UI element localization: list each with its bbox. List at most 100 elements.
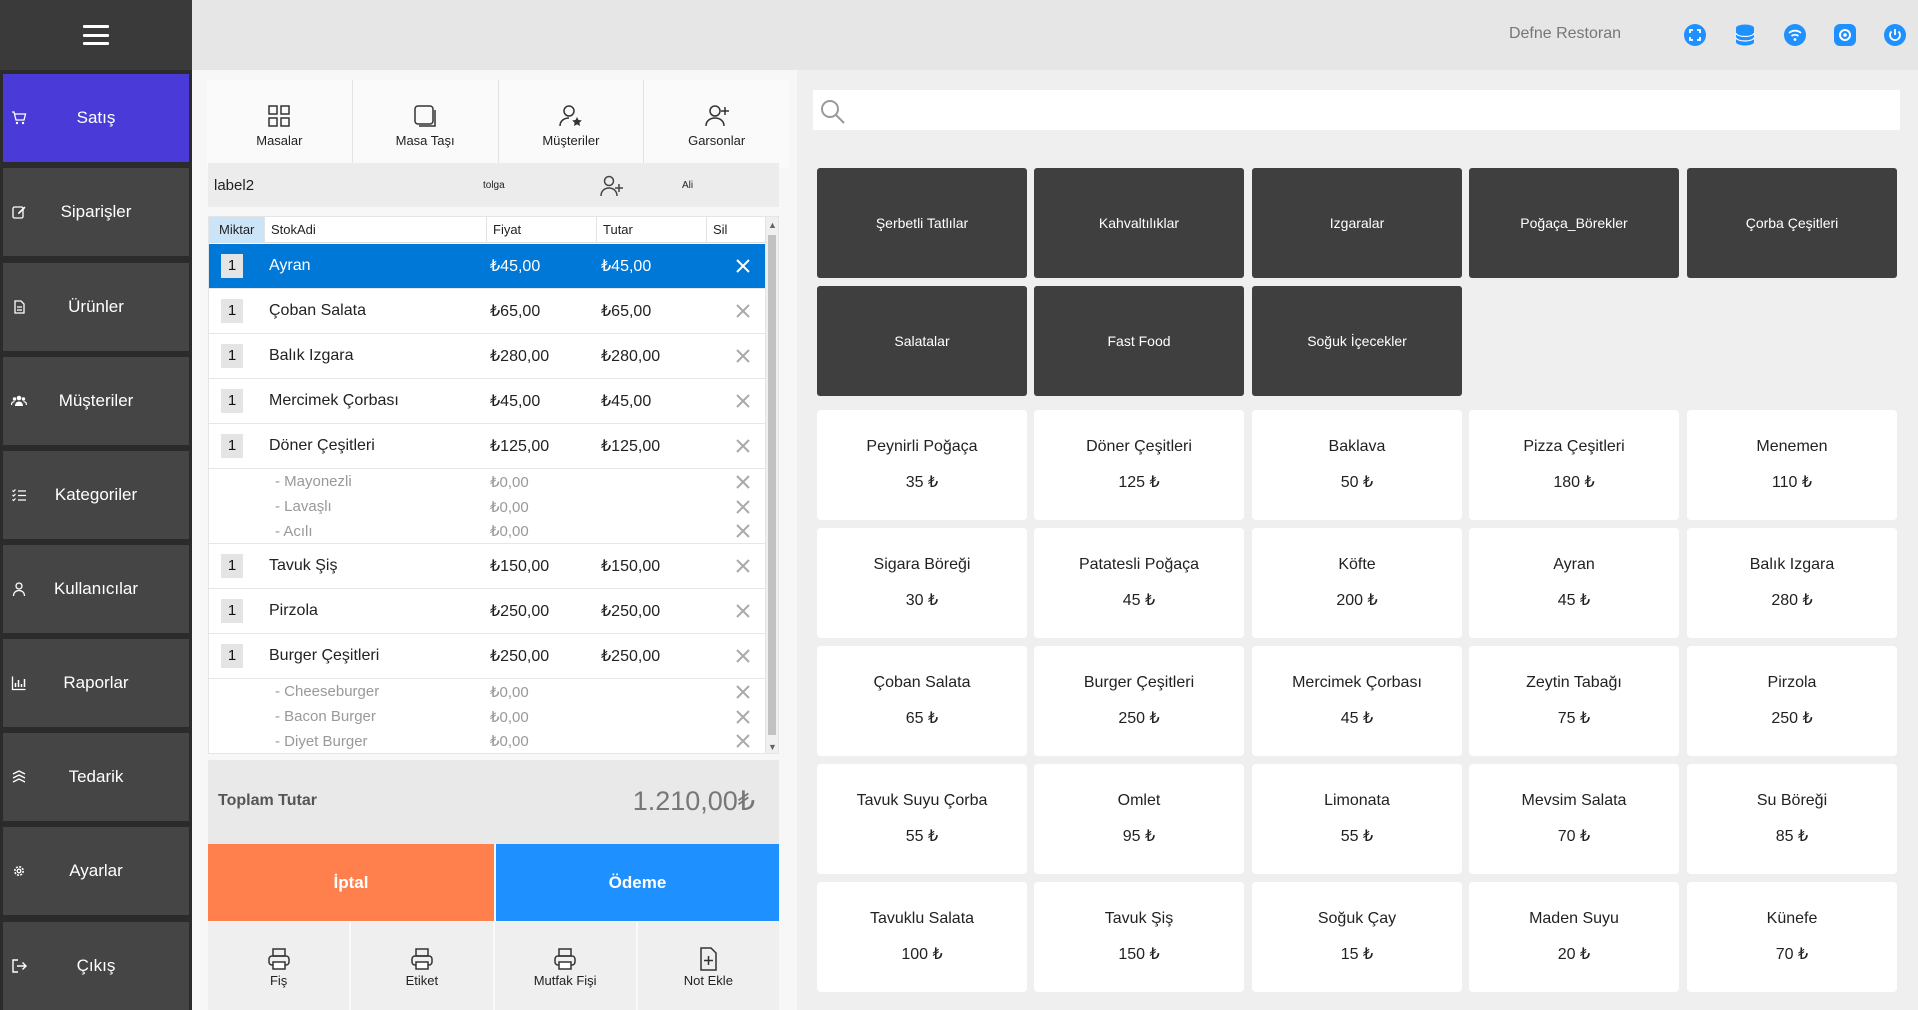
product-card[interactable]: Patatesli Poğaça 45 ₺ bbox=[1034, 528, 1244, 638]
quantity-cell[interactable]: 1 bbox=[221, 644, 243, 668]
product-card[interactable]: Balık Izgara 280 ₺ bbox=[1687, 528, 1897, 638]
scroll-down-icon[interactable]: ▼ bbox=[768, 741, 777, 753]
order-row[interactable]: 1 Pirzola ₺250,00 ₺250,00 bbox=[209, 589, 767, 634]
column-header-quantity[interactable]: Miktar bbox=[209, 217, 265, 243]
product-card[interactable]: Çoban Salata 65 ₺ bbox=[817, 646, 1027, 756]
order-row[interactable]: 1 Döner Çeşitleri ₺125,00 ₺125,00 bbox=[209, 424, 767, 469]
move-table-button[interactable]: Masa Taşı bbox=[352, 80, 499, 168]
sidebar-item-5[interactable]: Kullanıcılar bbox=[3, 545, 189, 633]
sidebar-item-0[interactable]: Satış bbox=[3, 74, 189, 162]
waiters-button[interactable]: Garsonlar bbox=[644, 80, 789, 168]
option-row[interactable]: - Diyet Burger ₺0,00 bbox=[209, 729, 767, 753]
add-note-button[interactable]: Not Ekle bbox=[638, 922, 779, 1010]
add-user-icon[interactable] bbox=[598, 173, 624, 199]
menu-toggle-button[interactable] bbox=[0, 0, 192, 70]
product-card[interactable]: Mevsim Salata 70 ₺ bbox=[1469, 764, 1679, 874]
product-card[interactable]: Tavuklu Salata 100 ₺ bbox=[817, 882, 1027, 992]
product-card[interactable]: Tavuk Şiş 150 ₺ bbox=[1034, 882, 1244, 992]
tables-button[interactable]: Masalar bbox=[207, 80, 353, 168]
category-button[interactable]: Şerbetli Tatlılar bbox=[817, 168, 1027, 278]
fullscreen-icon[interactable] bbox=[1683, 23, 1707, 47]
option-row[interactable]: - Mayonezli ₺0,00 bbox=[209, 469, 767, 494]
category-button[interactable]: Izgaralar bbox=[1252, 168, 1462, 278]
column-header-price[interactable]: Fiyat bbox=[487, 217, 597, 243]
customers-button[interactable]: Müşteriler bbox=[498, 80, 645, 168]
order-row[interactable]: 1 Burger Çeşitleri ₺250,00 ₺250,00 bbox=[209, 634, 767, 679]
product-card[interactable]: Künefe 70 ₺ bbox=[1687, 882, 1897, 992]
category-button[interactable]: Soğuk İçecekler bbox=[1252, 286, 1462, 396]
option-row[interactable]: - Bacon Burger ₺0,00 bbox=[209, 704, 767, 729]
order-row[interactable]: 1 Tavuk Şiş ₺150,00 ₺150,00 bbox=[209, 544, 767, 589]
quantity-cell[interactable]: 1 bbox=[221, 344, 243, 368]
option-row[interactable]: - Acılı ₺0,00 bbox=[209, 519, 767, 544]
product-card[interactable]: Soğuk Çay 15 ₺ bbox=[1252, 882, 1462, 992]
product-card[interactable]: Su Böreği 85 ₺ bbox=[1687, 764, 1897, 874]
delete-icon[interactable] bbox=[734, 257, 752, 275]
wifi-icon[interactable] bbox=[1783, 23, 1807, 47]
order-row[interactable]: 1 Ayran ₺45,00 ₺45,00 bbox=[209, 244, 767, 289]
delete-icon[interactable] bbox=[734, 602, 752, 620]
sidebar-item-8[interactable]: Ayarlar bbox=[3, 827, 189, 915]
delete-icon[interactable] bbox=[734, 557, 752, 575]
sidebar-item-9[interactable]: Çıkış bbox=[3, 922, 189, 1010]
product-card[interactable]: Köfte 200 ₺ bbox=[1252, 528, 1462, 638]
delete-icon[interactable] bbox=[734, 347, 752, 365]
column-header-stock-name[interactable]: StokAdi bbox=[265, 217, 487, 243]
product-card[interactable]: Mercimek Çorbası 45 ₺ bbox=[1252, 646, 1462, 756]
sidebar-item-2[interactable]: Ürünler bbox=[3, 263, 189, 351]
product-card[interactable]: Döner Çeşitleri 125 ₺ bbox=[1034, 410, 1244, 520]
kitchen-receipt-button[interactable]: Mutfak Fişi bbox=[495, 922, 638, 1010]
delete-icon[interactable] bbox=[734, 437, 752, 455]
quantity-cell[interactable]: 1 bbox=[221, 554, 243, 578]
scroll-up-icon[interactable]: ▲ bbox=[768, 219, 777, 231]
product-card[interactable]: Menemen 110 ₺ bbox=[1687, 410, 1897, 520]
quantity-cell[interactable]: 1 bbox=[221, 254, 243, 278]
order-row[interactable]: 1 Balık Izgara ₺280,00 ₺280,00 bbox=[209, 334, 767, 379]
quantity-cell[interactable]: 1 bbox=[221, 299, 243, 323]
product-card[interactable]: Burger Çeşitleri 250 ₺ bbox=[1034, 646, 1244, 756]
cancel-button[interactable]: İptal bbox=[208, 844, 494, 921]
product-card[interactable]: Pirzola 250 ₺ bbox=[1687, 646, 1897, 756]
sidebar-item-6[interactable]: Raporlar bbox=[3, 639, 189, 727]
category-button[interactable]: Kahvaltılıklar bbox=[1034, 168, 1244, 278]
power-icon[interactable] bbox=[1883, 23, 1907, 47]
label-print-button[interactable]: Etiket bbox=[351, 922, 495, 1010]
order-row[interactable]: 1 Çoban Salata ₺65,00 ₺65,00 bbox=[209, 289, 767, 334]
product-card[interactable]: Pizza Çeşitleri 180 ₺ bbox=[1469, 410, 1679, 520]
product-card[interactable]: Limonata 55 ₺ bbox=[1252, 764, 1462, 874]
category-button[interactable]: Çorba Çeşitleri bbox=[1687, 168, 1897, 278]
payment-button[interactable]: Ödeme bbox=[496, 844, 779, 921]
product-card[interactable]: Zeytin Tabağı 75 ₺ bbox=[1469, 646, 1679, 756]
product-card[interactable]: Baklava 50 ₺ bbox=[1252, 410, 1462, 520]
settings-icon[interactable] bbox=[1833, 23, 1857, 47]
product-card[interactable]: Maden Suyu 20 ₺ bbox=[1469, 882, 1679, 992]
quantity-cell[interactable]: 1 bbox=[221, 389, 243, 413]
delete-icon[interactable] bbox=[734, 498, 752, 516]
product-card[interactable]: Ayran 45 ₺ bbox=[1469, 528, 1679, 638]
product-card[interactable]: Tavuk Suyu Çorba 55 ₺ bbox=[817, 764, 1027, 874]
order-row[interactable]: 1 Mercimek Çorbası ₺45,00 ₺45,00 bbox=[209, 379, 767, 424]
category-button[interactable]: Poğaça_Börekler bbox=[1469, 168, 1679, 278]
category-button[interactable]: Fast Food bbox=[1034, 286, 1244, 396]
delete-icon[interactable] bbox=[734, 683, 752, 701]
scrollbar-thumb[interactable] bbox=[768, 235, 776, 735]
sidebar-item-1[interactable]: Siparişler bbox=[3, 168, 189, 256]
grid-scrollbar[interactable]: ▲ ▼ bbox=[765, 217, 778, 753]
sidebar-item-3[interactable]: Müşteriler bbox=[3, 357, 189, 445]
option-row[interactable]: - Lavaşlı ₺0,00 bbox=[209, 494, 767, 519]
delete-icon[interactable] bbox=[734, 522, 752, 540]
quantity-cell[interactable]: 1 bbox=[221, 434, 243, 458]
option-row[interactable]: - Cheeseburger ₺0,00 bbox=[209, 679, 767, 704]
delete-icon[interactable] bbox=[734, 708, 752, 726]
product-card[interactable]: Omlet 95 ₺ bbox=[1034, 764, 1244, 874]
product-card[interactable]: Peynirli Poğaça 35 ₺ bbox=[817, 410, 1027, 520]
delete-icon[interactable] bbox=[734, 392, 752, 410]
sidebar-item-4[interactable]: Kategoriler bbox=[3, 451, 189, 539]
delete-icon[interactable] bbox=[734, 732, 752, 750]
delete-icon[interactable] bbox=[734, 647, 752, 665]
receipt-button[interactable]: Fiş bbox=[208, 922, 352, 1010]
column-header-total[interactable]: Tutar bbox=[597, 217, 707, 243]
category-button[interactable]: Salatalar bbox=[817, 286, 1027, 396]
sidebar-item-7[interactable]: Tedarik bbox=[3, 733, 189, 821]
delete-icon[interactable] bbox=[734, 473, 752, 491]
